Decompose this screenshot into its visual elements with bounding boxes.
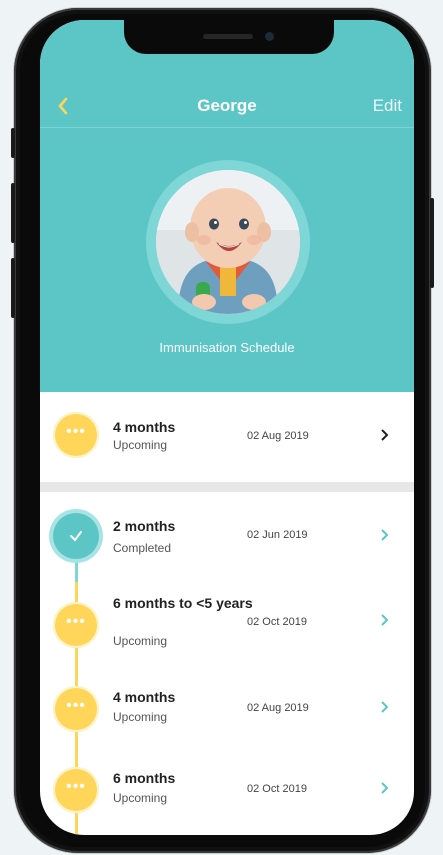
- vaccination-name: 4 months: [113, 419, 176, 435]
- app-screen: George Edit Immunisation Schedule ••• 4 …: [40, 20, 414, 835]
- child-avatar[interactable]: [156, 170, 300, 314]
- vaccination-name: 6 months: [113, 770, 176, 786]
- pending-status-dot: •••: [53, 412, 99, 458]
- chevron-right-icon: [381, 782, 389, 794]
- pending-status-dot: •••: [53, 602, 99, 648]
- chevron-right-icon: [381, 614, 389, 626]
- page-title: George: [197, 96, 257, 115]
- power-button: [430, 198, 434, 288]
- profile-header: George Edit Immunisation Schedule: [40, 20, 414, 392]
- schedule-subtitle: Immunisation Schedule: [159, 340, 295, 355]
- pending-status-dot: •••: [53, 767, 99, 813]
- vaccination-status: Upcoming: [113, 438, 168, 452]
- ellipsis-icon: •••: [66, 778, 86, 795]
- vaccination-status: Upcoming: [113, 791, 168, 805]
- volume-up-button: [11, 183, 15, 243]
- schedule-row[interactable]: ••• 6 months to <5 years Upcoming 02 Oct…: [40, 590, 414, 670]
- vaccination-date: 02 Aug 2019: [247, 430, 309, 442]
- schedule-row[interactable]: ••• 6 months Upcoming 02 Oct 2019: [40, 757, 414, 827]
- section-divider: [40, 482, 414, 492]
- nav-divider: [40, 127, 414, 128]
- completed-status-dot: [53, 513, 99, 559]
- ellipsis-icon: •••: [66, 697, 86, 714]
- vaccination-status: Upcoming: [113, 634, 168, 648]
- checkmark-icon: [70, 531, 82, 542]
- vaccination-date: 02 Aug 2019: [247, 702, 309, 714]
- chevron-right-icon: [381, 529, 389, 541]
- vaccination-date: 02 Oct 2019: [247, 616, 307, 628]
- vaccination-name: 6 months to <5 years: [113, 595, 253, 611]
- edit-button[interactable]: Edit: [373, 96, 402, 116]
- schedule-row[interactable]: 2 months Completed 02 Jun 2019: [40, 503, 414, 573]
- vaccination-date: 02 Oct 2019: [247, 783, 307, 795]
- ellipsis-icon: •••: [66, 423, 86, 440]
- nav-bar: George Edit: [40, 90, 414, 126]
- vaccination-status: Completed: [113, 541, 172, 555]
- front-camera: [265, 32, 274, 41]
- avatar-ring: [146, 160, 310, 324]
- mute-switch: [11, 128, 15, 158]
- schedule-row[interactable]: ••• 4 months Upcoming 02 Aug 2019: [40, 676, 414, 746]
- vaccination-name: 2 months: [113, 518, 176, 534]
- volume-down-button: [11, 258, 15, 318]
- ellipsis-icon: •••: [66, 613, 86, 630]
- chevron-right-icon: [381, 429, 389, 441]
- vaccination-status: Upcoming: [113, 710, 168, 724]
- baby-photo: [156, 170, 300, 314]
- vaccination-date: 02 Jun 2019: [247, 529, 308, 541]
- chevron-right-icon: [381, 701, 389, 713]
- notch: [124, 20, 334, 54]
- pending-status-dot: •••: [53, 686, 99, 732]
- vaccination-name: 4 months: [113, 689, 176, 705]
- next-vaccination-row[interactable]: ••• 4 months Upcoming 02 Aug 2019: [40, 400, 414, 470]
- speaker-grille: [203, 34, 253, 39]
